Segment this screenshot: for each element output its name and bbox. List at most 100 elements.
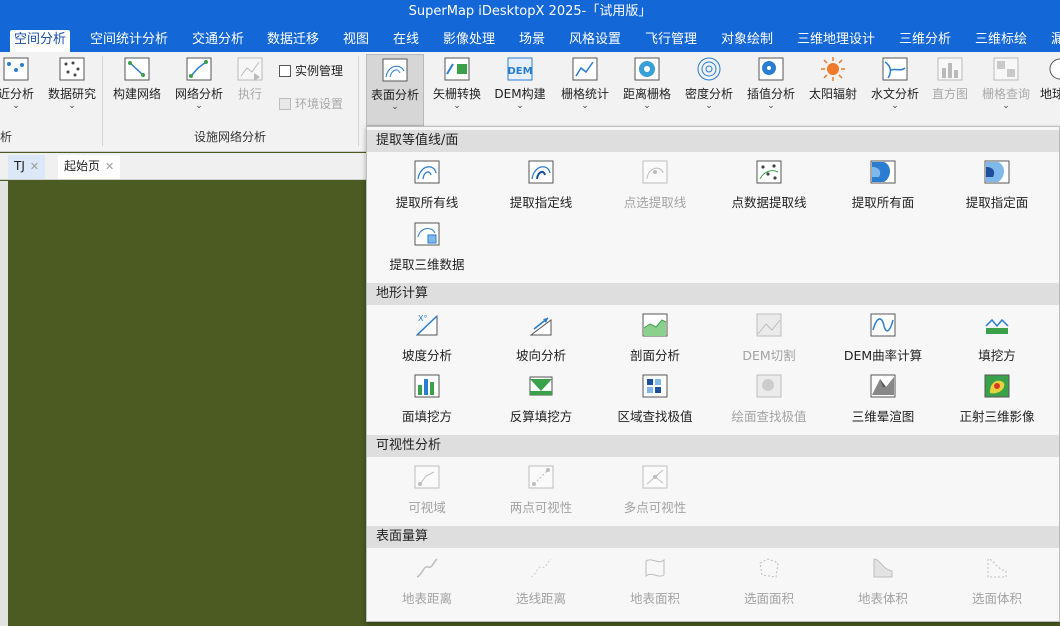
hillshade-icon bbox=[870, 374, 896, 398]
tab-data-migration[interactable]: 数据迁移 bbox=[263, 30, 323, 52]
draw-region-find-extremum[interactable]: 绘面查找极值 bbox=[712, 373, 826, 425]
data-research-button[interactable]: 数据研究 ⌄ bbox=[44, 56, 100, 112]
doc-tab-tj[interactable]: TJ ✕ bbox=[8, 155, 46, 179]
region-cut-fill[interactable]: 面填挖方 bbox=[370, 373, 484, 425]
tab-object-drawing[interactable]: 对象绘制 bbox=[717, 30, 777, 52]
surface-analysis-button[interactable]: 表面分析 ⌄ bbox=[366, 54, 424, 126]
earth-button[interactable]: 地球 bbox=[1040, 56, 1060, 102]
region-find-extremum[interactable]: 区域查找极值 bbox=[598, 373, 712, 425]
extract-specified-regions[interactable]: 提取指定面 bbox=[940, 159, 1054, 211]
hydrology-button[interactable]: 水文分析 ⌄ bbox=[866, 56, 924, 112]
surface-distance[interactable]: 地表距离 bbox=[370, 555, 484, 607]
svg-text:X°: X° bbox=[418, 314, 427, 323]
distance-raster-button[interactable]: 距离栅格 ⌄ bbox=[618, 56, 676, 112]
3d-hillshade[interactable]: 三维晕渲图 bbox=[826, 373, 940, 425]
selected-region-volume[interactable]: 选面体积 bbox=[940, 555, 1054, 607]
network-analysis-button[interactable]: 网络分析 ⌄ bbox=[170, 56, 228, 112]
tab-spatial-analysis[interactable]: 空间分析 bbox=[10, 30, 71, 52]
item-label: 选面体积 bbox=[971, 591, 1022, 606]
histogram-button[interactable]: 直方图 bbox=[928, 56, 972, 102]
execute-button[interactable]: 执行 bbox=[232, 56, 268, 102]
tab-3d-geodesign[interactable]: 三维地理设计 bbox=[793, 30, 879, 52]
density-icon bbox=[697, 57, 721, 81]
raster-stats-icon bbox=[572, 57, 598, 81]
item-label: 区域查找极值 bbox=[617, 409, 693, 424]
profile-analysis[interactable]: 剖面分析 bbox=[598, 312, 712, 364]
tab-view[interactable]: 视图 bbox=[339, 30, 373, 52]
region-area-icon bbox=[759, 558, 779, 578]
close-icon[interactable]: ✕ bbox=[105, 160, 114, 173]
selected-region-area[interactable]: 选面面积 bbox=[712, 555, 826, 607]
two-point-visibility[interactable]: 两点可视性 bbox=[484, 464, 598, 516]
section-contour: 提取等值线/面 bbox=[367, 130, 1059, 152]
histogram-icon bbox=[937, 57, 963, 81]
dem-curvature[interactable]: DEM曲率计算 bbox=[826, 312, 940, 364]
hydrology-label: 水文分析 bbox=[870, 87, 919, 101]
env-settings-label: 环境设置 bbox=[295, 97, 344, 111]
density-analysis-button[interactable]: 密度分析 ⌄ bbox=[680, 56, 738, 112]
build-network-button[interactable]: 构建网络 bbox=[108, 56, 166, 102]
vector-raster-button[interactable]: 矢栅转换 ⌄ bbox=[428, 56, 486, 112]
tab-overflow[interactable]: 漏 bbox=[1047, 30, 1060, 52]
item-label: 提取指定线 bbox=[509, 195, 573, 210]
app-title: SuperMap iDesktopX 2025-「试用版」 bbox=[408, 4, 652, 19]
chevron-down-icon: ⌄ bbox=[391, 102, 399, 112]
slope-analysis[interactable]: X° 坡度分析 bbox=[370, 312, 484, 364]
solar-radiation-button[interactable]: 太阳辐射 bbox=[804, 56, 862, 102]
extract-3d-data[interactable]: 提取三维数据 bbox=[370, 221, 484, 273]
dem-build-button[interactable]: DEM DEM构建 ⌄ bbox=[490, 56, 550, 112]
point-data-extract-lines[interactable]: 点数据提取线 bbox=[712, 159, 826, 211]
slope-icon: X° bbox=[415, 314, 438, 336]
viewshed[interactable]: 可视域 bbox=[370, 464, 484, 516]
extract-all-lines[interactable]: 提取所有线 bbox=[370, 159, 484, 211]
extract-specified-lines[interactable]: 提取指定线 bbox=[484, 159, 598, 211]
extract-all-regions[interactable]: 提取所有面 bbox=[826, 159, 940, 211]
tab-3d-plotting[interactable]: 三维标绘 bbox=[971, 30, 1031, 52]
ortho-3d-image[interactable]: 正射三维影像 bbox=[940, 373, 1054, 425]
line-distance-icon bbox=[530, 558, 552, 578]
cut-fill-icon bbox=[985, 318, 1009, 334]
map-canvas[interactable] bbox=[8, 181, 366, 626]
checkbox-box bbox=[279, 98, 291, 110]
doc-tab-start[interactable]: 起始页 ✕ bbox=[58, 155, 121, 179]
chevron-down-icon: ⌄ bbox=[453, 101, 461, 111]
raster-stats-button[interactable]: 栅格统计 ⌄ bbox=[555, 56, 615, 112]
raster-query-label: 栅格查询 bbox=[981, 87, 1030, 101]
dem-clip[interactable]: DEM切割 bbox=[712, 312, 826, 364]
raster-stats-label: 栅格统计 bbox=[560, 87, 609, 101]
build-network-label: 构建网络 bbox=[112, 87, 161, 101]
surface-area[interactable]: 地表面积 bbox=[598, 555, 712, 607]
multi-point-icon bbox=[642, 465, 668, 489]
interpolation-label: 插值分析 bbox=[746, 87, 795, 101]
inverse-cut-fill[interactable]: 反算填挖方 bbox=[484, 373, 598, 425]
item-label: 两点可视性 bbox=[509, 500, 573, 515]
line-distance[interactable]: 选线距离 bbox=[484, 555, 598, 607]
proximity-analysis-button[interactable]: 近分析 ⌄ bbox=[0, 56, 36, 112]
tab-online[interactable]: 在线 bbox=[389, 30, 423, 52]
item-label: 地表距离 bbox=[401, 591, 452, 606]
surface-volume[interactable]: 地表体积 bbox=[826, 555, 940, 607]
density-label: 密度分析 bbox=[684, 87, 733, 101]
tab-3d-analysis[interactable]: 三维分析 bbox=[895, 30, 955, 52]
cut-fill[interactable]: 填挖方 bbox=[940, 312, 1054, 364]
tab-traffic-analysis[interactable]: 交通分析 bbox=[188, 30, 248, 52]
chevron-down-icon: ⌄ bbox=[643, 101, 651, 111]
tab-spatial-statistics[interactable]: 空间统计分析 bbox=[86, 30, 172, 52]
raster-query-button[interactable]: 栅格查询 ⌄ bbox=[976, 56, 1036, 112]
section-terrain: 地形计算 bbox=[367, 283, 1059, 305]
item-label: 提取所有线 bbox=[395, 195, 459, 210]
aspect-analysis[interactable]: 坡向分析 bbox=[484, 312, 598, 364]
proximity-label: 近分析 bbox=[0, 87, 34, 101]
tab-style-settings[interactable]: 风格设置 bbox=[565, 30, 625, 52]
multi-point-visibility[interactable]: 多点可视性 bbox=[598, 464, 712, 516]
env-settings-checkbox[interactable]: 环境设置 bbox=[279, 95, 343, 112]
interpolation-button[interactable]: 插值分析 ⌄ bbox=[742, 56, 800, 112]
click-extract-lines[interactable]: 点选提取线 bbox=[598, 159, 712, 211]
tab-scene[interactable]: 场景 bbox=[515, 30, 549, 52]
tab-image-processing[interactable]: 影像处理 bbox=[439, 30, 499, 52]
contour-pick-icon bbox=[642, 160, 668, 184]
instance-manage-checkbox[interactable]: 实例管理 bbox=[279, 62, 343, 79]
ribbon-separator bbox=[102, 56, 103, 146]
close-icon[interactable]: ✕ bbox=[30, 160, 39, 173]
tab-flight-management[interactable]: 飞行管理 bbox=[641, 30, 701, 52]
